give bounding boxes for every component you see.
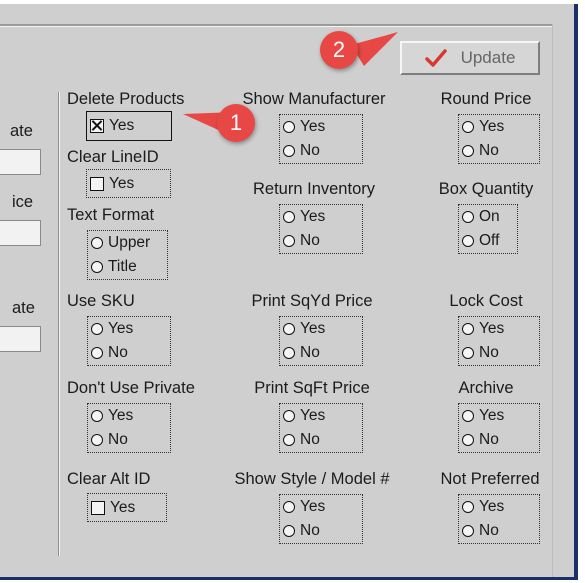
callout-arrows xyxy=(183,32,398,138)
callout-arrow-2 xyxy=(351,32,398,66)
callout-badge-2: 2 xyxy=(320,31,358,69)
callout-badge-1: 1 xyxy=(217,104,255,142)
